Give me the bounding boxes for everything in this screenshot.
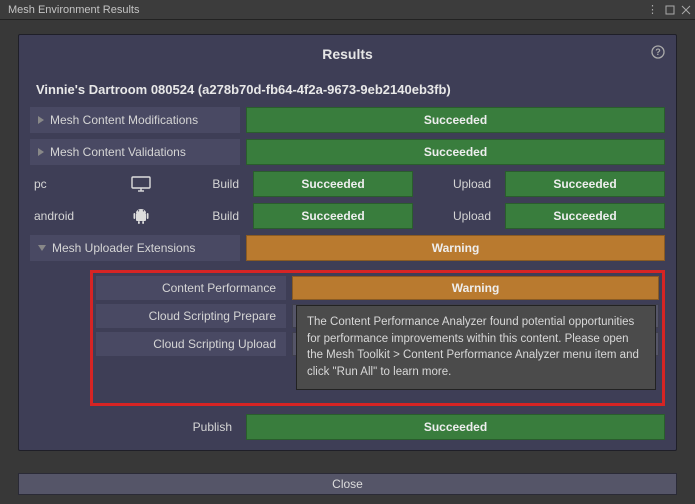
build-label-android: Build	[167, 203, 247, 229]
upload-label-android: Upload	[419, 203, 499, 229]
row-publish: Publish Succeeded	[30, 414, 665, 440]
close-button[interactable]: Close	[18, 473, 677, 495]
results-panel: Results ? Vinnie's Dartroom 080524 (a278…	[18, 34, 677, 451]
upload-status-android: Succeeded	[505, 203, 665, 229]
platform-name-android: android	[30, 203, 115, 229]
chevron-right-icon	[38, 116, 44, 124]
build-status-android: Succeeded	[253, 203, 413, 229]
results-title: Results	[322, 46, 373, 62]
maximize-icon[interactable]	[665, 5, 675, 15]
close-icon[interactable]	[681, 5, 691, 15]
content-perf-label: Content Performance	[96, 276, 286, 300]
chevron-down-icon	[38, 245, 46, 251]
build-status-pc: Succeeded	[253, 171, 413, 197]
validations-status: Succeeded	[246, 139, 665, 165]
publish-label: Publish	[30, 414, 240, 440]
warning-tooltip: The Content Performance Analyzer found p…	[296, 305, 656, 390]
uploader-ext-status: Warning	[246, 235, 665, 261]
uploader-ext-label[interactable]: Mesh Uploader Extensions	[30, 235, 240, 261]
script-prepare-label: Cloud Scripting Prepare	[96, 304, 286, 328]
modifications-status: Succeeded	[246, 107, 665, 133]
window-title: Mesh Environment Results	[8, 4, 139, 16]
content-perf-status: Warning	[292, 276, 659, 300]
warning-callout: Content Performance Warning Cloud Script…	[90, 270, 665, 406]
row-validations: Mesh Content Validations Succeeded	[30, 139, 665, 165]
upload-label-pc: Upload	[419, 171, 499, 197]
script-upload-label: Cloud Scripting Upload	[96, 332, 286, 356]
svg-text:?: ?	[655, 47, 661, 57]
row-modifications: Mesh Content Modifications Succeeded	[30, 107, 665, 133]
help-icon[interactable]: ?	[651, 45, 665, 62]
row-content-performance: Content Performance Warning	[96, 276, 659, 300]
build-label-pc: Build	[167, 171, 247, 197]
row-platform-android: android Build Succeeded Upload Succeeded	[30, 203, 665, 229]
chevron-right-icon	[38, 148, 44, 156]
modifications-label[interactable]: Mesh Content Modifications	[30, 107, 240, 133]
desktop-icon	[121, 171, 161, 197]
validations-label[interactable]: Mesh Content Validations	[30, 139, 240, 165]
row-platform-pc: pc Build Succeeded Upload Succeeded	[30, 171, 665, 197]
row-uploader-ext: Mesh Uploader Extensions Warning	[30, 235, 665, 261]
environment-title: Vinnie's Dartroom 080524 (a278b70d-fb64-…	[30, 78, 665, 107]
upload-status-pc: Succeeded	[505, 171, 665, 197]
results-header: Results ?	[22, 38, 673, 70]
platform-name-pc: pc	[30, 171, 115, 197]
android-icon	[121, 203, 161, 229]
kebab-icon[interactable]: ⋮	[647, 3, 659, 16]
window-titlebar: Mesh Environment Results ⋮	[0, 0, 695, 20]
publish-status: Succeeded	[246, 414, 665, 440]
